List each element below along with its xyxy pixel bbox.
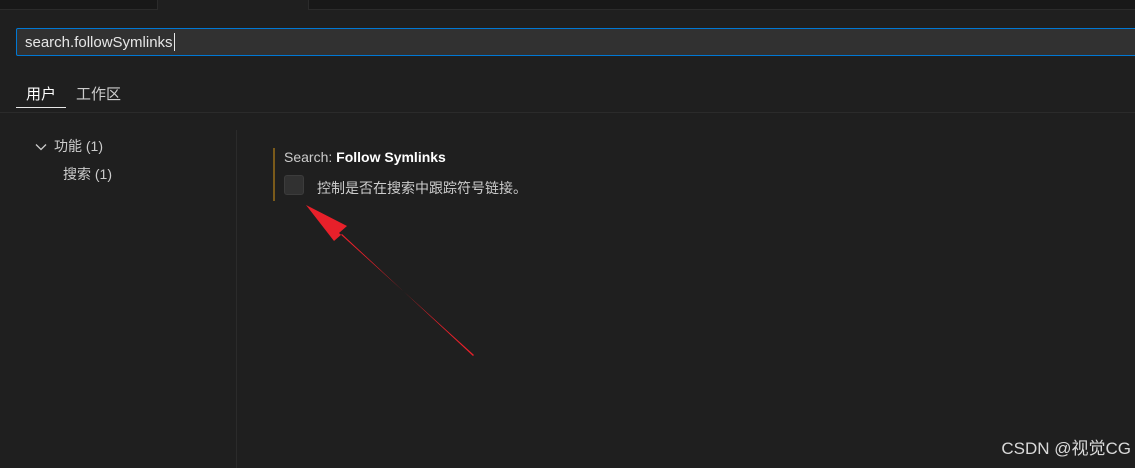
toc-item-features[interactable]: 功能 (1) xyxy=(34,136,103,156)
follow-symlinks-checkbox[interactable] xyxy=(284,175,304,195)
tabs-divider xyxy=(0,112,1135,113)
tab-workspace[interactable]: 工作区 xyxy=(66,80,131,108)
tab-user[interactable]: 用户 xyxy=(16,80,67,108)
setting-category: Search: xyxy=(284,149,337,165)
setting-name: Follow Symlinks xyxy=(336,149,446,165)
editor-tab-strip xyxy=(0,0,1135,10)
setting-description: 控制是否在搜索中跟踪符号链接。 xyxy=(317,180,527,196)
annotation-arrow xyxy=(306,205,474,356)
toc-item-label: 功能 (1) xyxy=(54,138,103,154)
toc-divider xyxy=(236,130,237,468)
settings-editor-tab[interactable] xyxy=(158,0,309,10)
setting-title: Search: Follow Symlinks xyxy=(284,149,446,165)
red-arrow-icon xyxy=(306,205,474,356)
settings-search-input[interactable]: search.followSymlinks xyxy=(16,28,1135,56)
watermark: CSDN @视觉CG xyxy=(1001,439,1131,458)
modified-indicator xyxy=(273,148,275,201)
text-cursor xyxy=(173,33,175,51)
toc-item-search[interactable]: 搜索 (1) xyxy=(63,164,112,184)
search-query-text: search.followSymlinks xyxy=(25,33,173,51)
toc-item-label: 搜索 (1) xyxy=(63,166,112,182)
setting-item-follow-symlinks: Search: Follow Symlinks 控制是否在搜索中跟踪符号链接。 xyxy=(273,148,973,202)
editor-tab[interactable] xyxy=(0,0,158,9)
settings-scope-tabs: 用户 工作区 xyxy=(16,80,131,112)
chevron-down-icon xyxy=(35,144,47,151)
